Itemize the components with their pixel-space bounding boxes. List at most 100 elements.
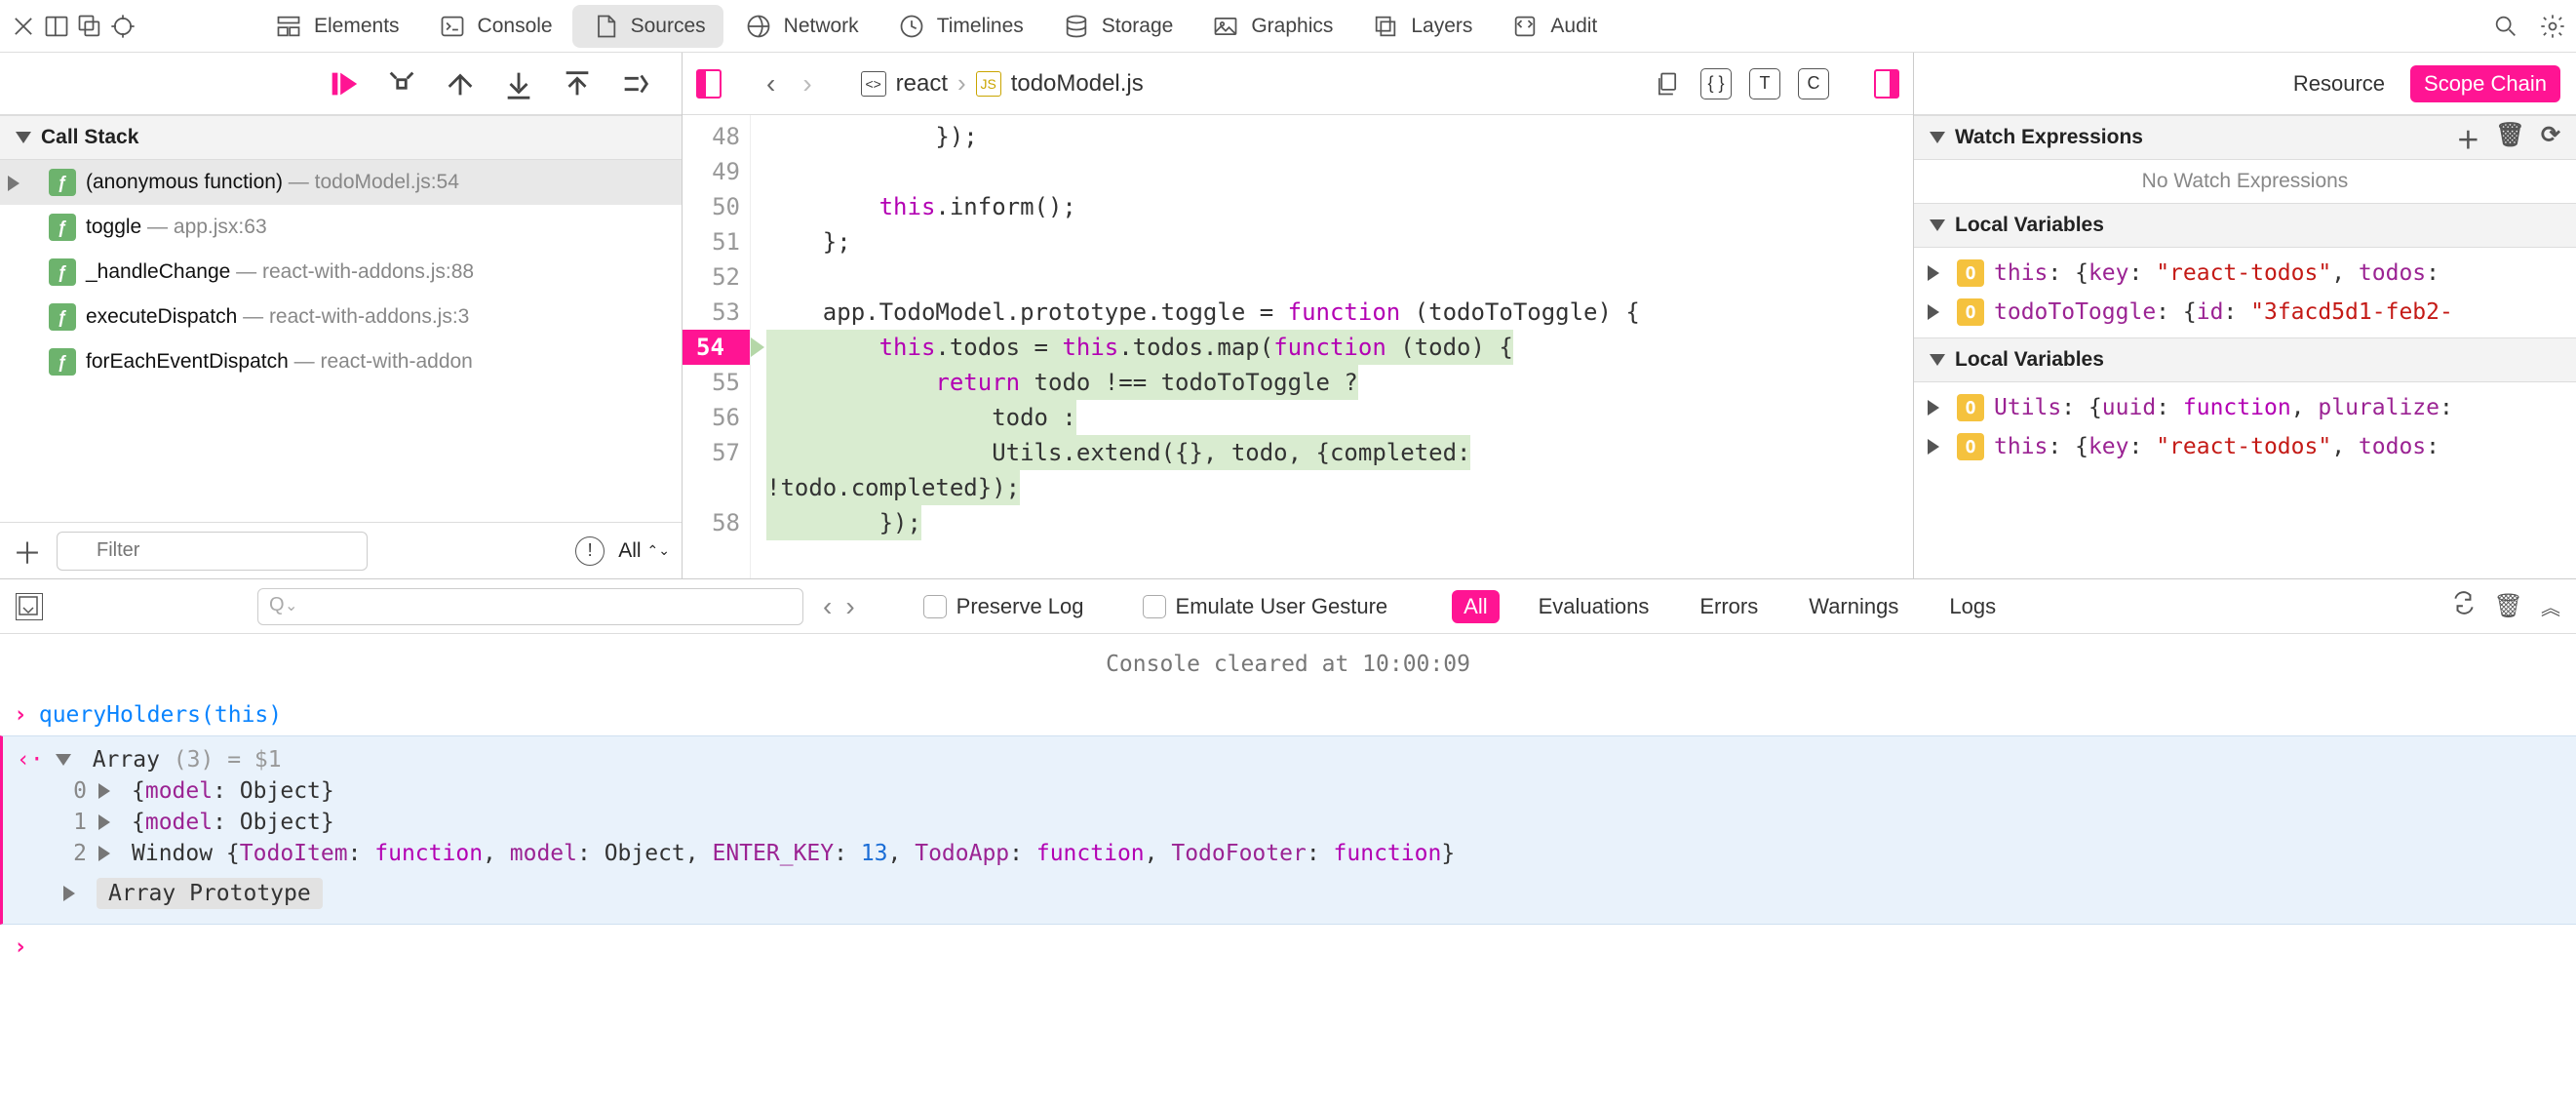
scope-header[interactable]: Local Variables bbox=[1914, 203, 2576, 248]
scope-variable[interactable]: O todoToToggle: {id: "3facd5d1-feb2- bbox=[1914, 293, 2576, 332]
tab-layers[interactable]: Layers bbox=[1352, 5, 1490, 48]
tab-label: Layers bbox=[1411, 15, 1472, 38]
tab-storage[interactable]: Storage bbox=[1043, 5, 1191, 48]
dock-side-icon[interactable] bbox=[41, 11, 72, 42]
chevron-right-icon[interactable] bbox=[98, 814, 110, 830]
chevron-right-icon bbox=[1928, 304, 1939, 320]
chevron-down-icon bbox=[16, 132, 31, 143]
copy-icon[interactable] bbox=[1652, 68, 1683, 99]
gear-icon[interactable] bbox=[2537, 11, 2568, 42]
emulate-gesture-label: Emulate User Gesture bbox=[1176, 594, 1388, 619]
chevron-right-icon[interactable] bbox=[98, 783, 110, 799]
result-header[interactable]: Array (3) = $1 bbox=[93, 747, 282, 773]
search-prev-button[interactable]: ‹ bbox=[823, 591, 832, 622]
type-icon[interactable]: T bbox=[1749, 68, 1780, 99]
console-prompt[interactable]: › bbox=[0, 925, 2576, 970]
network-icon bbox=[743, 11, 774, 42]
coverage-icon[interactable]: C bbox=[1798, 68, 1829, 99]
nav-forward-button[interactable]: › bbox=[795, 68, 819, 99]
watch-title: Watch Expressions bbox=[1955, 126, 2143, 149]
tab-label: Audit bbox=[1550, 15, 1597, 38]
mode-scope-chain[interactable]: Scope Chain bbox=[2410, 65, 2560, 102]
frame-location: — app.jsx:63 bbox=[141, 216, 266, 239]
code-content[interactable]: }); this.inform(); }; app.TodoModel.prot… bbox=[751, 115, 1913, 578]
clear-watch-button[interactable]: 🗑 bbox=[2495, 121, 2524, 155]
console-search-input[interactable] bbox=[257, 588, 803, 625]
callstack-frame[interactable]: ƒ forEachEventDispatch — react-with-addo… bbox=[0, 339, 682, 384]
clear-console-button[interactable]: 🗑 bbox=[2494, 592, 2523, 620]
emulate-gesture-checkbox[interactable]: Emulate User Gesture bbox=[1143, 594, 1388, 619]
breadcrumb-root[interactable]: react bbox=[896, 70, 948, 98]
filter-logs[interactable]: Logs bbox=[1937, 590, 2008, 623]
scope-header[interactable]: Local Variables bbox=[1914, 337, 2576, 382]
chevron-right-icon[interactable] bbox=[98, 846, 110, 861]
chevron-right-icon[interactable] bbox=[63, 886, 75, 901]
console-result: ‹· Array (3) = $1 0 {model: Object} 1 {m… bbox=[0, 735, 2576, 925]
tab-timelines[interactable]: Timelines bbox=[878, 5, 1041, 48]
filter-evaluations[interactable]: Evaluations bbox=[1527, 590, 1661, 623]
exclamation-icon[interactable]: ! bbox=[575, 536, 605, 566]
callstack-frame[interactable]: ƒ toggle — app.jsx:63 bbox=[0, 205, 682, 250]
breakpoint-marker[interactable]: 54 bbox=[683, 330, 750, 365]
frame-location: — todoModel.js:54 bbox=[283, 171, 459, 194]
callstack-frame[interactable]: ƒ (anonymous function) — todoModel.js:54 bbox=[0, 160, 682, 205]
watch-header[interactable]: Watch Expressions ＋ 🗑 ⟳ bbox=[1914, 115, 2576, 160]
target-icon[interactable] bbox=[107, 11, 138, 42]
array-item[interactable]: {model: Object} bbox=[132, 778, 334, 804]
array-index: 0 bbox=[63, 778, 87, 804]
braces-icon[interactable]: { } bbox=[1700, 68, 1732, 99]
gc-button[interactable] bbox=[2451, 590, 2477, 622]
add-watch-button[interactable]: ＋ bbox=[2456, 121, 2479, 155]
filter-warnings[interactable]: Warnings bbox=[1797, 590, 1910, 623]
array-item[interactable]: {model: Object} bbox=[132, 810, 334, 835]
tab-network[interactable]: Network bbox=[725, 5, 877, 48]
frame-name: (anonymous function) bbox=[86, 171, 283, 194]
left-panel-toggle[interactable] bbox=[696, 69, 722, 99]
tab-audit[interactable]: Audit bbox=[1492, 5, 1615, 48]
console-toggle-button[interactable] bbox=[16, 593, 43, 620]
close-icon[interactable] bbox=[8, 11, 39, 42]
tab-elements[interactable]: Elements bbox=[255, 5, 417, 48]
console-input-text[interactable]: queryHolders(this) bbox=[39, 702, 282, 728]
prototype-chip[interactable]: Array Prototype bbox=[97, 878, 323, 909]
callstack-filter-input[interactable] bbox=[57, 532, 368, 571]
audit-icon bbox=[1509, 11, 1541, 42]
step-into-button[interactable] bbox=[442, 65, 479, 102]
scope-variable[interactable]: O this: {key: "react-todos", todos: bbox=[1914, 254, 2576, 293]
source-editor[interactable]: 48 49 50 51 52 53 54 55 56 57 58 }); thi… bbox=[683, 115, 1913, 578]
filter-all[interactable]: All bbox=[1452, 590, 1499, 623]
dock-bottom-icon[interactable] bbox=[74, 11, 105, 42]
tab-graphics[interactable]: Graphics bbox=[1192, 5, 1350, 48]
level-selector[interactable]: All ⌃⌄ bbox=[618, 539, 670, 563]
scope-variable[interactable]: O this: {key: "react-todos", todos: bbox=[1914, 427, 2576, 466]
step-over-button[interactable] bbox=[383, 65, 420, 102]
scope-variable[interactable]: O Utils: {uuid: function, pluralize: bbox=[1914, 388, 2576, 427]
continue-button[interactable] bbox=[325, 65, 362, 102]
add-button[interactable]: ＋ bbox=[12, 530, 43, 573]
callstack-frame[interactable]: ƒ executeDispatch — react-with-addons.js… bbox=[0, 295, 682, 339]
tab-console[interactable]: Console bbox=[419, 5, 570, 48]
callstack-frame[interactable]: ƒ _handleChange — react-with-addons.js:8… bbox=[0, 250, 682, 295]
array-index: 2 bbox=[63, 841, 87, 866]
mode-resource[interactable]: Resource bbox=[2283, 67, 2395, 100]
preserve-log-checkbox[interactable]: Preserve Log bbox=[923, 594, 1084, 619]
step-up-button[interactable] bbox=[559, 65, 596, 102]
right-panel-toggle[interactable] bbox=[1874, 69, 1899, 99]
step-out-button[interactable] bbox=[500, 65, 537, 102]
array-item[interactable]: Window {TodoItem: function, model: Objec… bbox=[132, 841, 1455, 866]
search-icon[interactable] bbox=[2490, 11, 2521, 42]
checkbox-icon bbox=[923, 595, 947, 618]
callstack-header[interactable]: Call Stack bbox=[0, 115, 682, 160]
refresh-watch-button[interactable]: ⟳ bbox=[2541, 121, 2560, 155]
collapse-console-button[interactable]: ︽ bbox=[2541, 592, 2560, 620]
chevron-down-icon[interactable] bbox=[56, 754, 71, 766]
function-badge-icon: ƒ bbox=[49, 348, 76, 376]
breadcrumb-file[interactable]: todoModel.js bbox=[1011, 70, 1144, 98]
chevron-right-icon: › bbox=[957, 68, 966, 99]
tab-sources[interactable]: Sources bbox=[572, 5, 723, 48]
filter-errors[interactable]: Errors bbox=[1688, 590, 1770, 623]
nav-back-button[interactable]: ‹ bbox=[759, 68, 783, 99]
search-next-button[interactable]: › bbox=[845, 591, 854, 622]
line-gutter[interactable]: 48 49 50 51 52 53 54 55 56 57 58 bbox=[683, 115, 751, 578]
step-button[interactable] bbox=[617, 65, 654, 102]
